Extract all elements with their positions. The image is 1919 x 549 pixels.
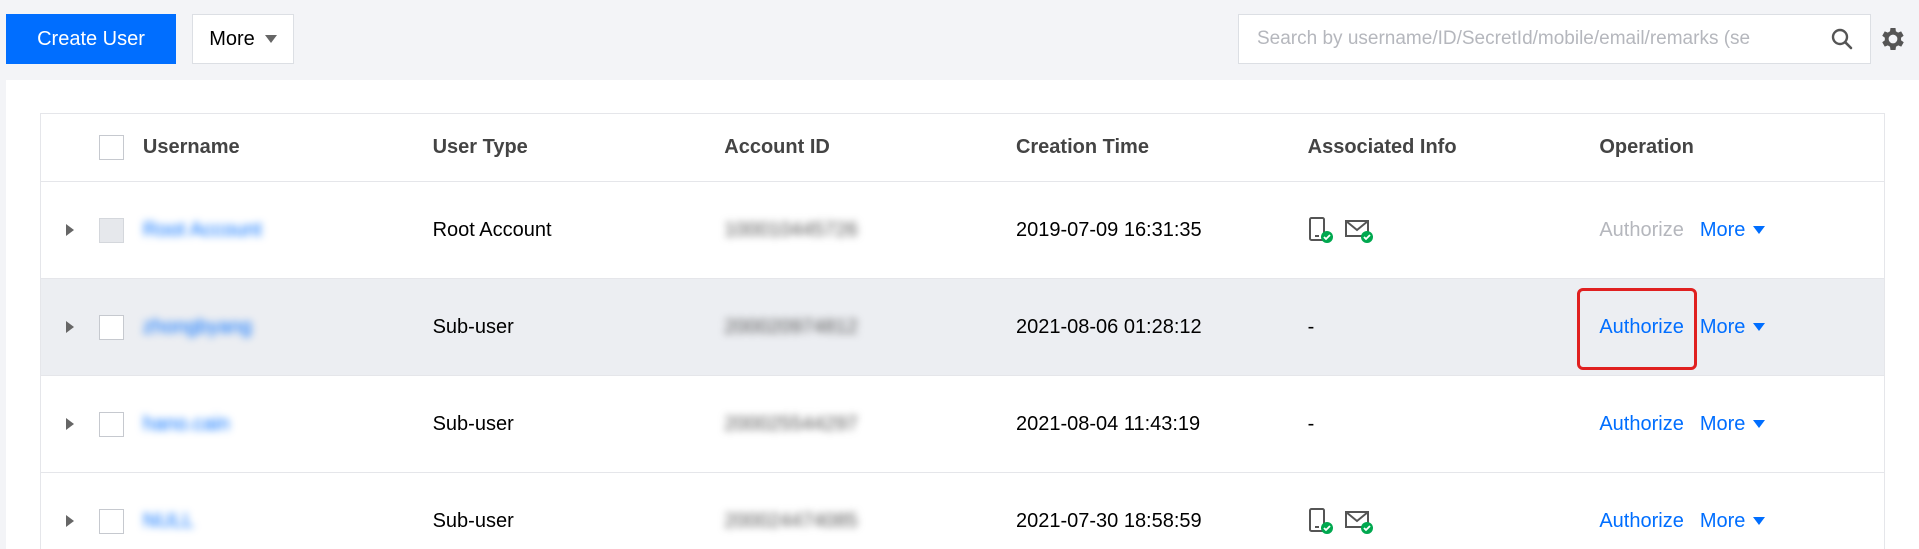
expand-row-icon[interactable] — [65, 321, 74, 333]
row-more-dropdown[interactable]: More — [1700, 510, 1766, 533]
account-id: 200020974812 — [724, 315, 858, 338]
user-type: Sub-user — [432, 315, 514, 338]
row-checkbox[interactable] — [98, 314, 124, 340]
gear-icon[interactable] — [1878, 24, 1908, 54]
phone-verified-icon — [1308, 508, 1333, 534]
expand-row-icon[interactable] — [65, 515, 74, 527]
username-link[interactable]: zhongbyang — [143, 316, 252, 339]
table-row: Root Account Root Account 100010445726 2… — [41, 182, 1884, 279]
username-link[interactable]: hano.cain — [143, 413, 230, 436]
associated-info: - — [1307, 412, 1315, 435]
creation-time: 2021-07-30 18:58:59 — [1015, 509, 1202, 532]
authorize-link[interactable]: Authorize — [1599, 413, 1684, 436]
username-link[interactable]: NULL — [143, 510, 194, 533]
caret-down-icon — [264, 35, 277, 43]
row-checkbox[interactable] — [98, 508, 124, 534]
more-dropdown-label: More — [209, 27, 255, 50]
authorize-link[interactable]: Authorize — [1599, 316, 1684, 339]
column-header-creation-time: Creation Time — [1015, 136, 1149, 158]
expand-row-icon[interactable] — [65, 418, 74, 430]
more-dropdown-button[interactable]: More — [192, 14, 294, 64]
associated-info: - — [1307, 315, 1315, 338]
user-type: Sub-user — [432, 509, 514, 532]
row-more-label: More — [1699, 509, 1746, 532]
column-header-user-type: User Type — [432, 136, 528, 158]
account-id: 200025544297 — [724, 412, 858, 435]
column-header-username: Username — [142, 136, 240, 158]
row-more-dropdown[interactable]: More — [1700, 219, 1766, 242]
row-more-label: More — [1699, 412, 1746, 435]
creation-time: 2021-08-06 01:28:12 — [1015, 315, 1202, 338]
row-checkbox[interactable] — [98, 411, 124, 437]
column-header-operation: Operation — [1599, 136, 1694, 158]
user-type: Sub-user — [432, 412, 514, 435]
caret-down-icon — [1753, 420, 1766, 428]
expand-row-icon[interactable] — [65, 224, 74, 236]
caret-down-icon — [1753, 226, 1766, 234]
toolbar: Create User More — [0, 0, 1919, 80]
table-row: hano.cain Sub-user 200025544297 2021-08-… — [41, 376, 1884, 473]
column-header-associated-info: Associated Info — [1307, 136, 1457, 158]
authorize-link: Authorize — [1599, 218, 1684, 241]
email-verified-icon — [1344, 220, 1373, 243]
search-icon[interactable] — [1814, 15, 1870, 63]
authorize-link[interactable]: Authorize — [1599, 510, 1684, 533]
search-box — [1238, 14, 1871, 64]
select-all-checkbox[interactable] — [98, 135, 124, 160]
phone-verified-icon — [1308, 217, 1333, 243]
create-user-button[interactable]: Create User — [6, 14, 176, 64]
search-input[interactable] — [1239, 15, 1814, 63]
username-link[interactable]: Root Account — [143, 219, 262, 242]
row-checkbox — [98, 217, 124, 243]
row-more-dropdown[interactable]: More — [1700, 413, 1766, 436]
caret-down-icon — [1753, 517, 1766, 525]
column-header-account-id: Account ID — [724, 136, 830, 158]
associated-info-icons — [1308, 216, 1600, 244]
row-more-label: More — [1699, 218, 1746, 241]
account-id: 200024474085 — [724, 509, 858, 532]
table-header: Username User Type Account ID Creation T… — [41, 114, 1884, 182]
caret-down-icon — [1753, 323, 1766, 331]
user-list-panel: Username User Type Account ID Creation T… — [6, 80, 1919, 549]
user-table: Username User Type Account ID Creation T… — [40, 113, 1885, 549]
creation-time: 2019-07-09 16:31:35 — [1015, 218, 1202, 241]
table-row: NULL Sub-user 200024474085 2021-07-30 18… — [41, 473, 1884, 549]
email-verified-icon — [1344, 511, 1373, 534]
table-row: zhongbyang Sub-user 200020974812 2021-08… — [41, 279, 1884, 376]
row-more-label: More — [1699, 315, 1746, 338]
user-type: Root Account — [432, 218, 552, 241]
row-more-dropdown[interactable]: More — [1700, 316, 1766, 339]
account-id: 100010445726 — [724, 218, 858, 241]
associated-info-icons — [1308, 507, 1600, 535]
creation-time: 2021-08-04 11:43:19 — [1015, 412, 1201, 435]
